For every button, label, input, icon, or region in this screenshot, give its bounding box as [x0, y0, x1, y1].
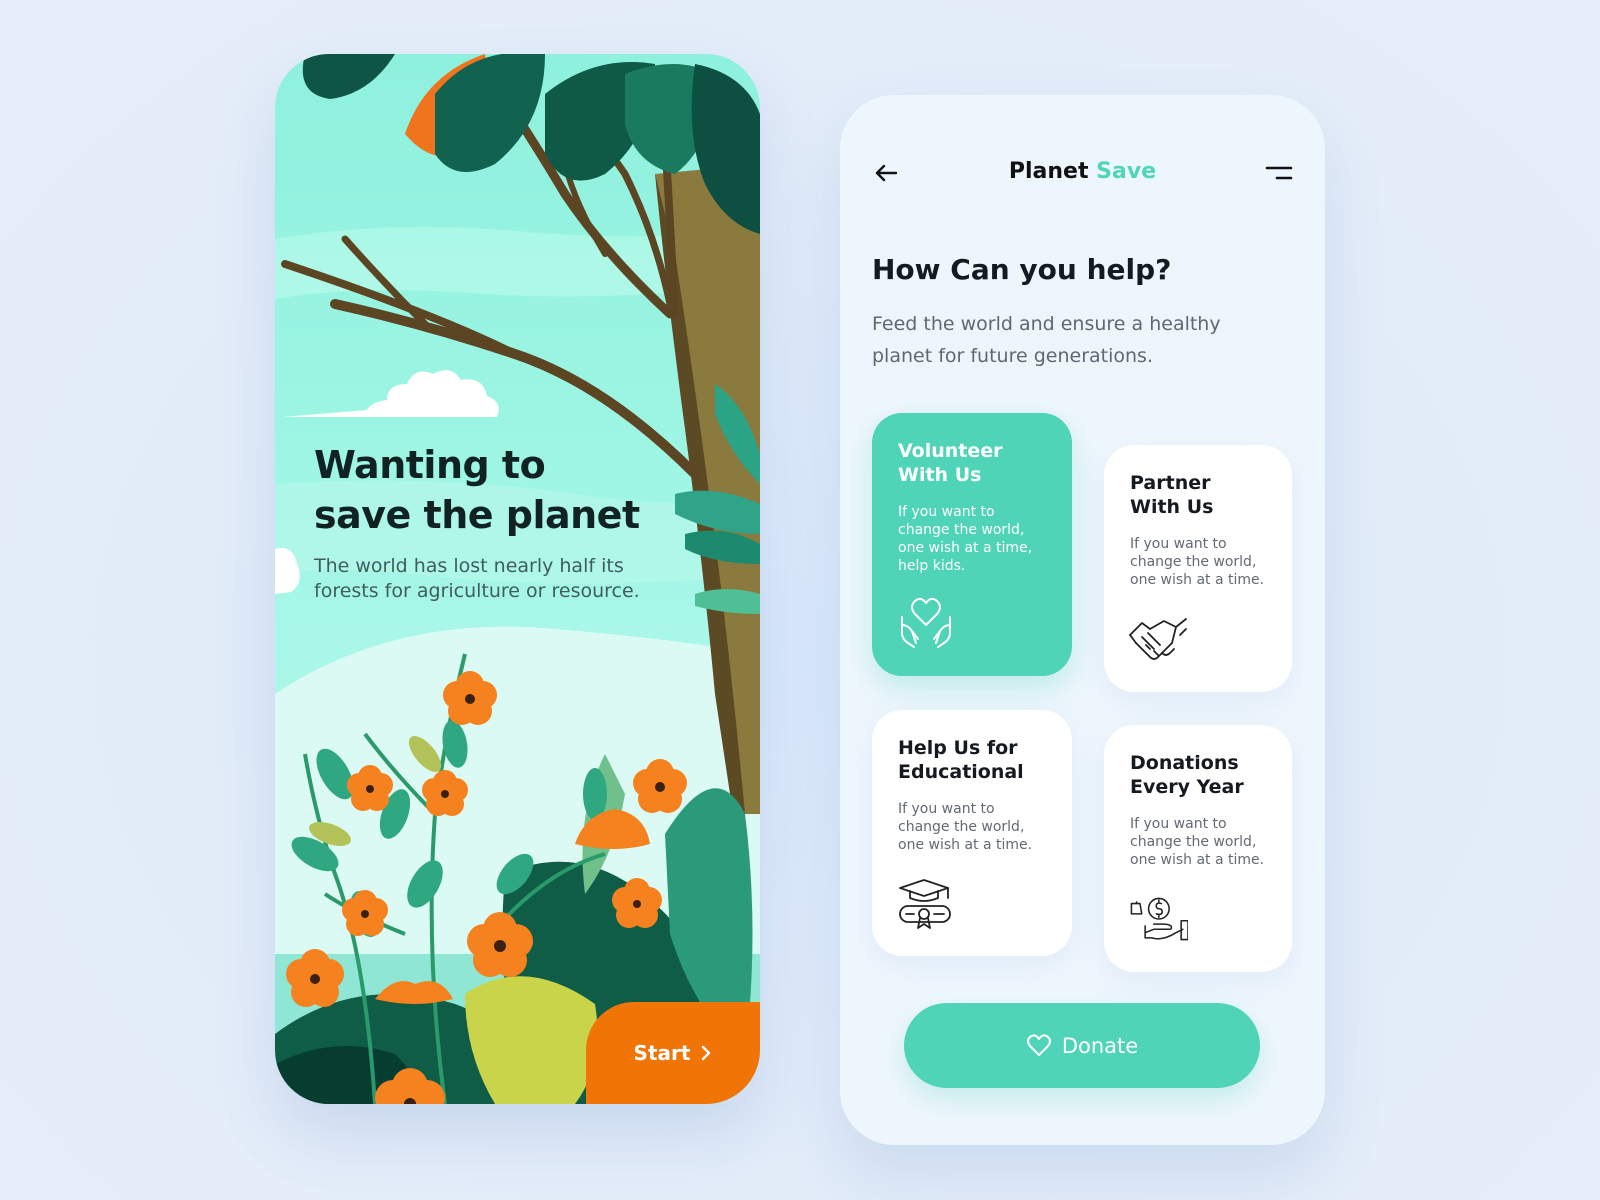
- app-title-primary: Planet: [1008, 159, 1089, 184]
- card-title: Donations Every Year: [1130, 752, 1244, 798]
- section-subtitle: Feed the world and ensure a healthy plan…: [872, 313, 1221, 367]
- donate-button[interactable]: Donate: [904, 1003, 1260, 1088]
- donate-button-label: Donate: [1061, 1033, 1139, 1058]
- card-description: If you want to change the world, one wis…: [898, 504, 1033, 574]
- card-title: Volunteer With Us: [898, 440, 1003, 486]
- volunteer-card[interactable]: Volunteer With Us If you want to change …: [872, 413, 1072, 676]
- heart-icon: [1026, 1033, 1051, 1056]
- donation-hand-icon: [1130, 897, 1188, 941]
- education-card[interactable]: Help Us for Educational If you want to c…: [872, 710, 1072, 956]
- start-button[interactable]: Start: [586, 1002, 760, 1104]
- hero-subtitle: The world has lost nearly half its fores…: [314, 555, 640, 602]
- partner-card[interactable]: Partner With Us If you want to change th…: [1104, 445, 1292, 692]
- card-title: Partner With Us: [1130, 472, 1214, 518]
- top-bar: Planet Save: [872, 155, 1293, 191]
- chevron-right-icon: [702, 1045, 711, 1061]
- hero-title: Wanting to save the planet: [314, 443, 640, 537]
- menu-icon[interactable]: [1263, 161, 1293, 185]
- section-title: How Can you help?: [872, 253, 1172, 286]
- start-button-label: Start: [633, 1041, 691, 1065]
- app-title-accent: Save: [1096, 159, 1157, 184]
- handshake-icon: [1129, 618, 1187, 660]
- heart-hands-icon: [901, 597, 951, 648]
- onboarding-screen: Wanting to save the planet The world has…: [275, 54, 760, 1104]
- card-title: Help Us for Educational: [898, 737, 1024, 783]
- graduation-icon: [899, 879, 951, 929]
- help-options-screen: Planet Save How Can you help? Feed the w…: [840, 95, 1325, 1145]
- card-description: If you want to change the world, one wis…: [898, 801, 1033, 853]
- card-description: If you want to change the world, one wis…: [1130, 536, 1265, 588]
- app-title: Planet Save: [872, 159, 1293, 184]
- donations-card[interactable]: Donations Every Year If you want to chan…: [1104, 725, 1292, 972]
- card-description: If you want to change the world, one wis…: [1130, 816, 1265, 868]
